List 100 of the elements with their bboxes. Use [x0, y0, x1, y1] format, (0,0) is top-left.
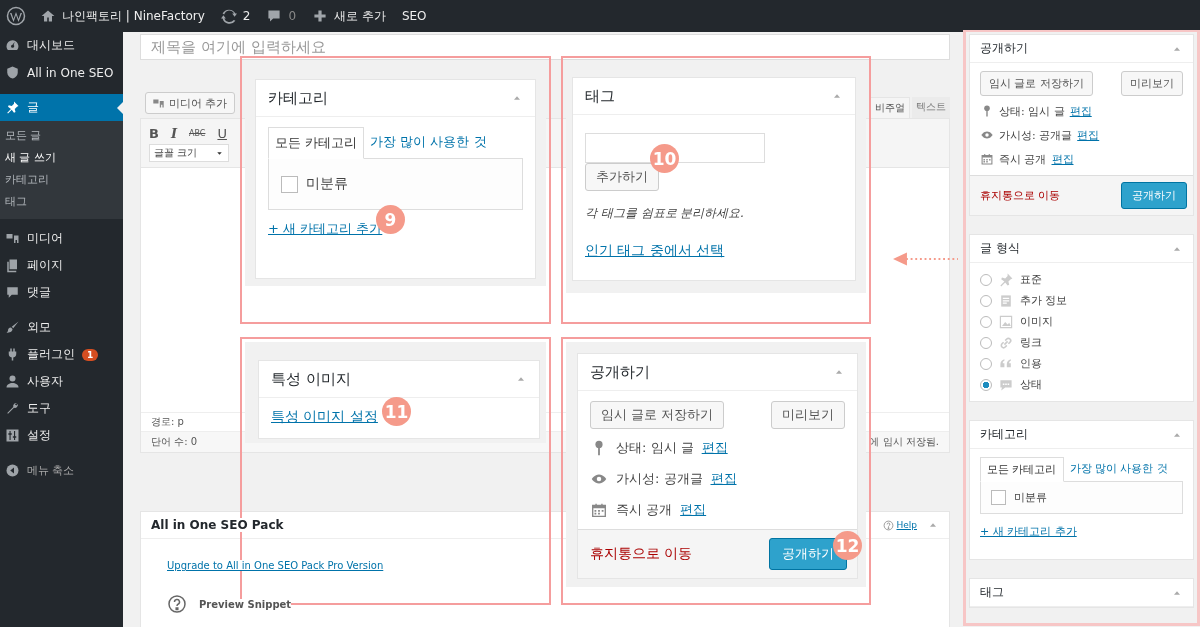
- publish-setting: 가시성: 공개글: [616, 469, 703, 488]
- menu-item[interactable]: All in One SEO: [0, 59, 123, 86]
- edit-link[interactable]: 편집: [1069, 103, 1092, 119]
- pages-icon: [5, 258, 20, 273]
- menu-label[interactable]: 설정: [27, 427, 51, 444]
- panel-title: 특성 이미지: [271, 369, 351, 389]
- menu-label[interactable]: 사용자: [27, 373, 63, 390]
- add-category-link[interactable]: + 새 카테고리 추가: [980, 524, 1077, 539]
- menu-label[interactable]: 글: [27, 99, 39, 116]
- checkbox[interactable]: [281, 175, 298, 193]
- radio-label[interactable]: 인용: [1020, 356, 1042, 371]
- editor-tab[interactable]: 텍스트: [912, 97, 950, 118]
- move-to-trash-link[interactable]: 휴지통으로 이동: [590, 545, 693, 563]
- plus-icon[interactable]: [312, 8, 329, 24]
- category-tab[interactable]: 가장 많이 사용한 것: [364, 127, 493, 158]
- radio-button[interactable]: [980, 315, 992, 328]
- font-size-select[interactable]: 글꼴 크기: [149, 144, 230, 162]
- preview-button[interactable]: 미리보기: [1121, 71, 1183, 96]
- radio-button[interactable]: [980, 273, 992, 286]
- menu-label[interactable]: All in One SEO: [27, 65, 114, 80]
- menu-label[interactable]: 대시보드: [27, 37, 75, 54]
- submenu-item[interactable]: 태그: [0, 191, 123, 213]
- radio-button[interactable]: [980, 336, 992, 349]
- checkbox-label[interactable]: 미분류: [306, 175, 348, 193]
- publish-setting: 상태: 임시 글: [999, 103, 1065, 119]
- save-draft-button[interactable]: 임시 글로 저장하기: [590, 401, 725, 429]
- menu-item[interactable]: 페이지: [0, 252, 123, 279]
- menu-item[interactable]: 미디어: [0, 225, 123, 252]
- menu-item[interactable]: 대시보드: [0, 32, 123, 59]
- radio-label[interactable]: 표준: [1020, 272, 1042, 287]
- collapse-icon[interactable]: [5, 463, 20, 478]
- menu-label[interactable]: 플러그인: [27, 346, 75, 363]
- preview-button[interactable]: 미리보기: [771, 401, 845, 429]
- menu-label[interactable]: 댓글: [27, 284, 51, 301]
- publish-setting: 즉시 공개: [999, 151, 1047, 167]
- menu-label[interactable]: 외모: [27, 319, 51, 336]
- radio-button[interactable]: [980, 378, 992, 391]
- menu-label[interactable]: 도구: [27, 400, 51, 417]
- menu-item[interactable]: 플러그인 1: [0, 341, 123, 368]
- edit-link[interactable]: 편집: [1051, 151, 1074, 167]
- new-menu[interactable]: 새로 추가: [334, 7, 386, 25]
- save-draft-button[interactable]: 임시 글로 저장하기: [980, 71, 1093, 96]
- calendar-icon: [980, 152, 994, 166]
- upgrade-link[interactable]: Upgrade to All in One SEO Pack Pro Version: [167, 560, 384, 571]
- title-field[interactable]: 제목을 여기에 입력하세요: [140, 34, 950, 60]
- edit-link[interactable]: 편집: [1077, 127, 1100, 143]
- radio-label[interactable]: 상태: [1020, 377, 1042, 392]
- radio-button[interactable]: [980, 294, 992, 307]
- sliders-icon: [5, 428, 20, 443]
- checkbox[interactable]: [991, 490, 1006, 505]
- dotted-arrow: [893, 252, 958, 266]
- menu-item[interactable]: 글: [0, 94, 123, 121]
- help-link[interactable]: Help: [896, 520, 917, 530]
- format-button[interactable]: ABC: [189, 128, 206, 138]
- submenu-item[interactable]: 모든 글: [0, 125, 123, 147]
- add-media-button[interactable]: 미디어 추가: [145, 92, 235, 114]
- category-tab[interactable]: 모든 카테고리: [268, 127, 365, 159]
- tag-input[interactable]: [585, 133, 765, 163]
- publish-setting: 가시성: 공개글: [999, 127, 1073, 143]
- radio-label[interactable]: 링크: [1020, 335, 1042, 350]
- menu-item[interactable]: 도구: [0, 395, 123, 422]
- category-tab[interactable]: 가장 많이 사용한 것: [1063, 457, 1174, 481]
- help-icon[interactable]: [167, 594, 187, 614]
- pin-icon: [5, 100, 20, 115]
- edit-link[interactable]: 편집: [710, 469, 737, 488]
- wordpress-logo-icon[interactable]: [6, 6, 26, 26]
- document-icon: [998, 292, 1014, 309]
- editor-tab[interactable]: 비주얼: [870, 97, 910, 118]
- radio-label[interactable]: 이미지: [1020, 314, 1053, 329]
- wrench-icon: [5, 401, 20, 416]
- seo-menu[interactable]: SEO: [401, 9, 427, 23]
- menu-item[interactable]: 댓글: [0, 279, 123, 306]
- submenu-item[interactable]: 새 글 쓰기: [0, 147, 123, 169]
- panel-title: 카테고리: [980, 426, 1028, 443]
- refresh-icon[interactable]: [220, 8, 237, 24]
- comments-count[interactable]: 0: [288, 9, 297, 23]
- person-icon: [5, 374, 20, 389]
- menu-item[interactable]: 사용자: [0, 368, 123, 395]
- comment-icon[interactable]: [266, 8, 283, 24]
- radio-label[interactable]: 추가 정보: [1020, 293, 1068, 308]
- menu-item[interactable]: 외모: [0, 314, 123, 341]
- format-button[interactable]: I: [170, 125, 177, 141]
- checkbox-label[interactable]: 미분류: [1014, 490, 1047, 505]
- category-tab[interactable]: 모든 카테고리: [980, 457, 1064, 482]
- submenu-item[interactable]: 카테고리: [0, 169, 123, 191]
- menu-label[interactable]: 페이지: [27, 257, 63, 274]
- format-button[interactable]: U: [217, 125, 227, 141]
- popular-tags-link[interactable]: 인기 태그 중에서 선택: [585, 242, 725, 260]
- edit-link[interactable]: 편집: [680, 500, 707, 519]
- site-name[interactable]: 나인팩토리 | NineFactory: [62, 7, 205, 25]
- move-to-trash-link[interactable]: 휴지통으로 이동: [980, 188, 1061, 203]
- menu-label[interactable]: 미디어: [27, 230, 63, 247]
- format-button[interactable]: B: [149, 125, 159, 141]
- edit-link[interactable]: 편집: [701, 438, 728, 457]
- radio-button[interactable]: [980, 357, 992, 370]
- home-icon[interactable]: [40, 8, 56, 24]
- brush-icon: [5, 320, 20, 335]
- collapse-menu-link[interactable]: 메뉴 축소: [27, 463, 75, 478]
- menu-item[interactable]: 설정: [0, 422, 123, 449]
- updates-count[interactable]: 2: [242, 9, 251, 23]
